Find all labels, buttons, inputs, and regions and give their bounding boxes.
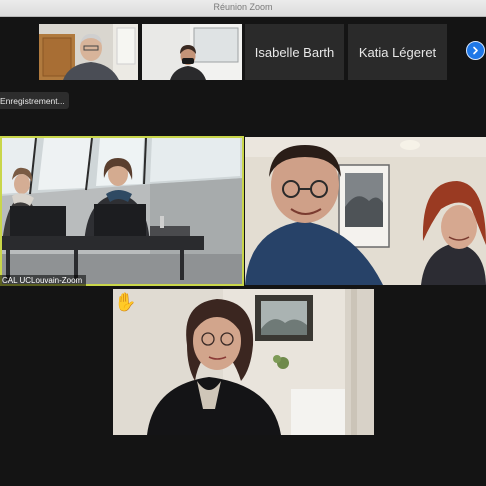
active-speaker-border — [0, 136, 244, 286]
participant-video-2 — [142, 24, 242, 80]
participant-name: Katia Légeret — [358, 44, 437, 60]
video-tile-woman[interactable] — [113, 289, 374, 435]
filmstrip-next-button[interactable] — [466, 41, 485, 60]
participant-tile-isabelle-barth[interactable]: Isabelle Barth — [245, 24, 344, 80]
raised-hand-icon: ✋ — [114, 292, 137, 312]
chevron-right-icon — [473, 46, 478, 55]
video-tile-two-people[interactable] — [245, 137, 486, 285]
recording-label: Enregistrement... — [0, 95, 65, 106]
participant-video-1 — [39, 24, 138, 80]
participant-video-duo — [245, 137, 486, 285]
participant-tile-katia-legeret[interactable]: Katia Légeret — [348, 24, 447, 80]
participant-video-woman — [113, 289, 374, 435]
participant-thumbnail-2[interactable] — [142, 24, 242, 80]
title-bar: Réunion Zoom — [0, 0, 486, 17]
participant-name: Isabelle Barth — [254, 44, 335, 60]
video-tile-conference-room[interactable]: CAL UCLouvain-Zoom — [0, 136, 244, 286]
participant-label: CAL UCLouvain-Zoom — [0, 275, 87, 286]
participant-thumbnail-1[interactable] — [39, 24, 138, 80]
recording-indicator[interactable]: Enregistrement... — [0, 92, 69, 109]
window-title: Réunion Zoom — [213, 2, 273, 12]
